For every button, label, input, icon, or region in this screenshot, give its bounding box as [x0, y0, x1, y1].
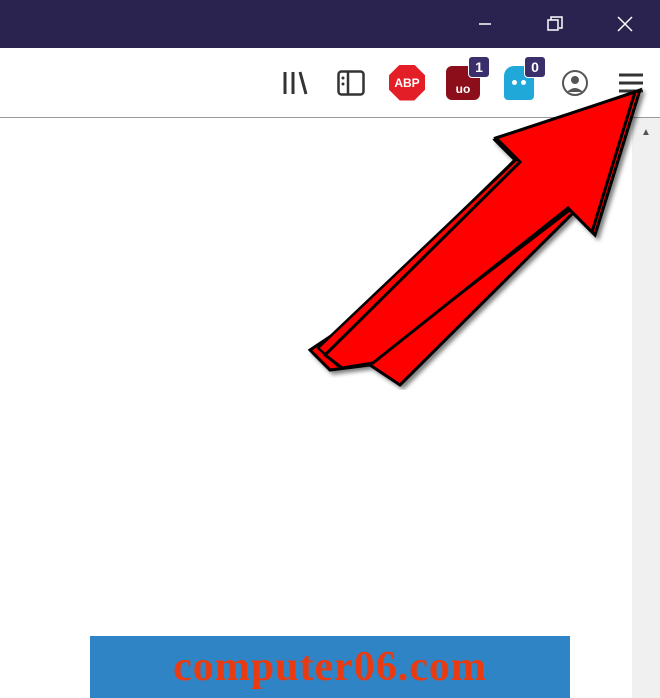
sidebar-icon — [337, 70, 365, 96]
abp-text: ABP — [394, 76, 419, 90]
close-icon — [616, 15, 634, 33]
sidebar-button[interactable] — [328, 60, 374, 106]
window-controls — [450, 0, 660, 48]
ublock-text: uo — [456, 82, 471, 96]
page-content: ▲ — [0, 118, 660, 698]
scroll-up-icon[interactable]: ▲ — [632, 118, 660, 146]
restore-button[interactable] — [520, 0, 590, 48]
watermark-text: computer06.com — [173, 643, 487, 691]
hamburger-menu-icon — [617, 71, 645, 95]
adblock-plus-button[interactable]: ABP — [384, 60, 430, 106]
vertical-scrollbar[interactable]: ▲ — [632, 118, 660, 698]
library-button[interactable] — [272, 60, 318, 106]
minimize-button[interactable] — [450, 0, 520, 48]
minimize-icon — [477, 16, 493, 32]
abp-icon: ABP — [389, 65, 425, 101]
window-titlebar — [0, 0, 660, 48]
ublock-badge: 1 — [468, 56, 490, 78]
library-icon — [280, 68, 310, 98]
watermark: computer06.com — [90, 636, 570, 698]
account-button[interactable] — [552, 60, 598, 106]
close-button[interactable] — [590, 0, 660, 48]
ublock-origin-button[interactable]: uo 1 — [440, 60, 486, 106]
restore-icon — [546, 15, 564, 33]
ghostery-button[interactable]: 0 — [496, 60, 542, 106]
menu-button[interactable] — [608, 60, 654, 106]
browser-toolbar: ABP uo 1 0 — [0, 48, 660, 118]
account-icon — [560, 68, 590, 98]
ghostery-badge: 0 — [524, 56, 546, 78]
